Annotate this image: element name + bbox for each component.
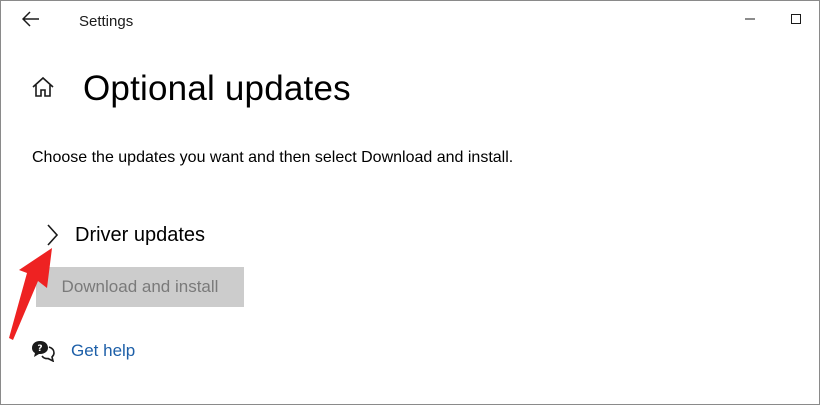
minimize-button[interactable] — [727, 1, 773, 41]
back-button[interactable] — [15, 7, 47, 35]
page-header: Optional updates — [29, 69, 351, 109]
svg-text:?: ? — [37, 344, 42, 354]
get-help-link[interactable]: ? Get help — [31, 339, 135, 363]
chevron-right-icon — [41, 221, 63, 249]
get-help-label: Get help — [71, 341, 136, 360]
maximize-button[interactable] — [773, 1, 819, 41]
page-description: Choose the updates you want and then sel… — [32, 149, 514, 166]
window-controls — [727, 1, 819, 41]
home-icon — [31, 76, 55, 103]
maximize-icon — [790, 12, 802, 30]
title-bar: Settings — [1, 1, 819, 41]
driver-updates-label: Driver updates — [75, 223, 206, 246]
app-title: Settings — [79, 13, 134, 30]
minimize-icon — [744, 12, 756, 30]
chat-help-icon: ? — [31, 339, 55, 363]
driver-updates-expander[interactable]: Driver updates — [41, 221, 205, 249]
download-and-install-button[interactable]: Download and install — [36, 267, 244, 307]
back-arrow-icon — [21, 10, 40, 32]
home-button[interactable] — [29, 75, 57, 103]
page-title: Optional updates — [83, 69, 351, 108]
settings-window: Settings Optional updates Choose the upd… — [0, 0, 820, 405]
